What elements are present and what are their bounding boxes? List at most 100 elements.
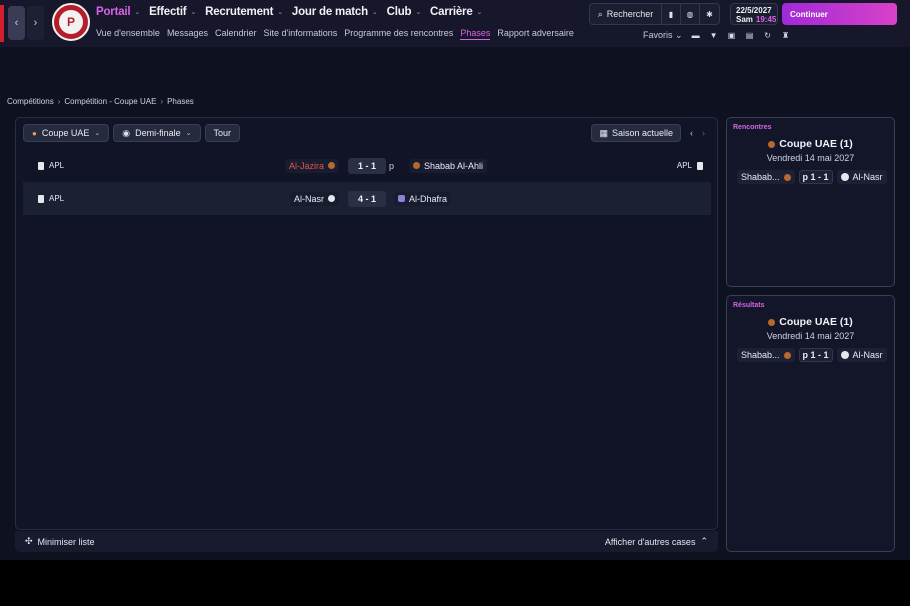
match-score[interactable]: 4 - 1 <box>348 190 386 207</box>
chevron-left-icon: ‹ <box>14 17 19 29</box>
menu-effectif[interactable]: Effectif ⌄ <box>149 6 196 18</box>
chevron-right-icon: › <box>57 97 61 106</box>
chevron-right-icon: › <box>160 97 164 106</box>
card-competition: Coupe UAE (1) <box>727 316 894 328</box>
submenu-phases[interactable]: Phases <box>460 28 491 40</box>
card-icon[interactable]: ▣ <box>727 31 737 40</box>
favorites-dropdown[interactable]: Favoris ⌄ <box>643 30 683 41</box>
prev-arrow[interactable]: ‹ <box>690 128 693 138</box>
season-value: Saison actuelle <box>611 128 673 138</box>
competition-tag: APL <box>38 161 64 170</box>
chevron-down-icon: ⌄ <box>675 30 683 40</box>
show-more-boxes-button[interactable]: Afficher d'autres cases ⌃ <box>605 536 708 547</box>
breadcrumb-item[interactable]: Compétitions <box>7 97 54 106</box>
result-row[interactable]: Shabab... p 1 - 1 Al-Nasr <box>737 348 887 362</box>
bookmark-button[interactable]: ▮ <box>662 4 681 24</box>
gear-icon: ✱ <box>706 9 713 19</box>
menu-club[interactable]: Club ⌄ <box>387 6 422 18</box>
favorites-label: Favoris <box>643 30 673 40</box>
competition-tag-label: APL <box>676 161 692 170</box>
minimize-label: Minimiser liste <box>37 536 95 547</box>
clipboard-icon[interactable]: ▤ <box>745 31 755 40</box>
chevron-down-icon: ⌄ <box>476 9 483 16</box>
menu-portail[interactable]: Portail ⌄ <box>96 6 140 18</box>
refresh-icon[interactable]: ↻ <box>763 31 773 40</box>
home-team-name: Shabab... <box>741 350 780 360</box>
next-arrow[interactable]: › <box>702 128 705 138</box>
menu-label: Carrière <box>430 6 473 18</box>
shirt-icon <box>38 194 44 203</box>
settings-button[interactable]: ✱ <box>700 4 719 24</box>
submenu-calendrier[interactable]: Calendrier <box>215 28 257 40</box>
bookmark-icon: ▮ <box>668 9 674 19</box>
season-select[interactable]: ▦ Saison actuelle <box>591 124 681 142</box>
day-text: Sam <box>736 15 753 24</box>
stage-select[interactable]: ◉ Demi-finale ⌄ <box>113 124 201 142</box>
date-text: 22/5/2027 <box>736 6 772 15</box>
chat-icon[interactable]: ▬ <box>691 31 701 40</box>
minimize-list-button[interactable]: ✣ Minimiser liste <box>25 536 95 547</box>
competition-tag-label: APL <box>49 161 65 170</box>
competition-icon <box>768 140 776 148</box>
away-team: Al-Nasr <box>836 170 887 184</box>
shirt-icon <box>697 161 703 170</box>
team-crest-icon <box>840 173 849 181</box>
submenu-site-informations[interactable]: Site d'informations <box>264 28 338 40</box>
match-score[interactable]: 1 - 1 <box>348 157 386 174</box>
stages-panel: ● Coupe UAE ⌄ ◉ Demi-finale ⌄ Tour ▦ Saison a… <box>15 117 718 530</box>
menu-carriere[interactable]: Carrière ⌄ <box>430 6 482 18</box>
team-crest-icon <box>413 162 420 169</box>
away-team-name: Al-Nasr <box>852 172 883 182</box>
main-menu: Portail ⌄ Effectif ⌄ Recrutement ⌄ Jour de … <box>96 6 482 18</box>
top-header: ‹ › P Portail ⌄ Effectif ⌄ Recrutement ⌄ Jo… <box>0 0 910 47</box>
results-card[interactable]: Résultats Coupe UAE (1) Vendredi 14 mai … <box>726 295 895 552</box>
submenu-messages[interactable]: Messages <box>167 28 208 40</box>
home-team[interactable]: Al-Jazira <box>284 158 339 173</box>
game-date[interactable]: 22/5/2027 Sam 19:45 <box>730 3 778 25</box>
fixture-row[interactable]: Shabab... p 1 - 1 Al-Nasr <box>737 170 887 184</box>
round-button[interactable]: Tour <box>204 124 241 142</box>
breadcrumb-item[interactable]: Compétition - Coupe UAE <box>64 97 156 106</box>
competition-name: Coupe UAE (1) <box>779 138 853 150</box>
team-crest-icon <box>840 351 849 359</box>
competition-icon: ● <box>32 128 37 138</box>
trophy-icon[interactable]: ♜ <box>781 31 791 40</box>
menu-jour-de-match[interactable]: Jour de match ⌄ <box>292 6 378 18</box>
submenu-vue-ensemble[interactable]: Vue d'ensemble <box>96 28 160 40</box>
back-button[interactable]: ‹ <box>8 6 25 40</box>
submenu-programme-rencontres[interactable]: Programme des rencontres <box>344 28 453 40</box>
home-team[interactable]: Al-Nasr <box>289 191 339 206</box>
chevron-right-icon: › <box>33 17 38 29</box>
away-team-name: Al-Dhafra <box>409 193 448 204</box>
match-row[interactable]: APL Al-Jazira 1 - 1 p Shabab Al-Ahli APL <box>23 149 711 182</box>
forward-button[interactable]: › <box>27 6 44 40</box>
away-team[interactable]: Shabab Al-Ahli <box>409 158 488 173</box>
competition-tag-label: APL <box>49 194 65 203</box>
content-area: Compétitions › Compétition - Coupe UAE ›… <box>0 47 910 560</box>
season-nav: ▦ Saison actuelle ‹ › <box>591 124 705 142</box>
result-score: p 1 - 1 <box>798 348 833 362</box>
menu-label: Portail <box>96 6 131 18</box>
home-team-name: Al-Jazira <box>288 160 324 171</box>
round-label: Tour <box>213 128 232 138</box>
away-team[interactable]: Al-Dhafra <box>394 191 452 206</box>
away-team-name: Shabab Al-Ahli <box>424 160 484 171</box>
search-button[interactable]: ⌕ Rechercher <box>590 4 662 24</box>
competition-value: Coupe UAE <box>41 128 90 138</box>
shirt-icon[interactable]: ▼ <box>709 31 719 40</box>
match-row[interactable]: APL Al-Nasr 4 - 1 Al-Dhafra <box>23 182 711 215</box>
continue-button[interactable]: Continuer <box>782 3 897 25</box>
card-competition: Coupe UAE (1) <box>727 138 894 150</box>
club-logo[interactable]: P <box>52 3 90 41</box>
fixtures-card[interactable]: Rencontres Coupe UAE (1) Vendredi 14 mai… <box>726 117 895 287</box>
minimize-icon: ✣ <box>25 536 33 546</box>
home-team: Shabab... <box>737 348 795 362</box>
competition-select[interactable]: ● Coupe UAE ⌄ <box>23 124 110 142</box>
fixture-score: p 1 - 1 <box>798 170 833 184</box>
chevron-up-icon: ⌃ <box>700 536 708 546</box>
submenu-rapport-adversaire[interactable]: Rapport adversaire <box>497 28 574 40</box>
globe-icon: ◍ <box>686 9 694 19</box>
chevron-down-icon: ⌄ <box>185 130 192 137</box>
menu-recrutement[interactable]: Recrutement ⌄ <box>205 6 283 18</box>
globe-button[interactable]: ◍ <box>681 4 700 24</box>
